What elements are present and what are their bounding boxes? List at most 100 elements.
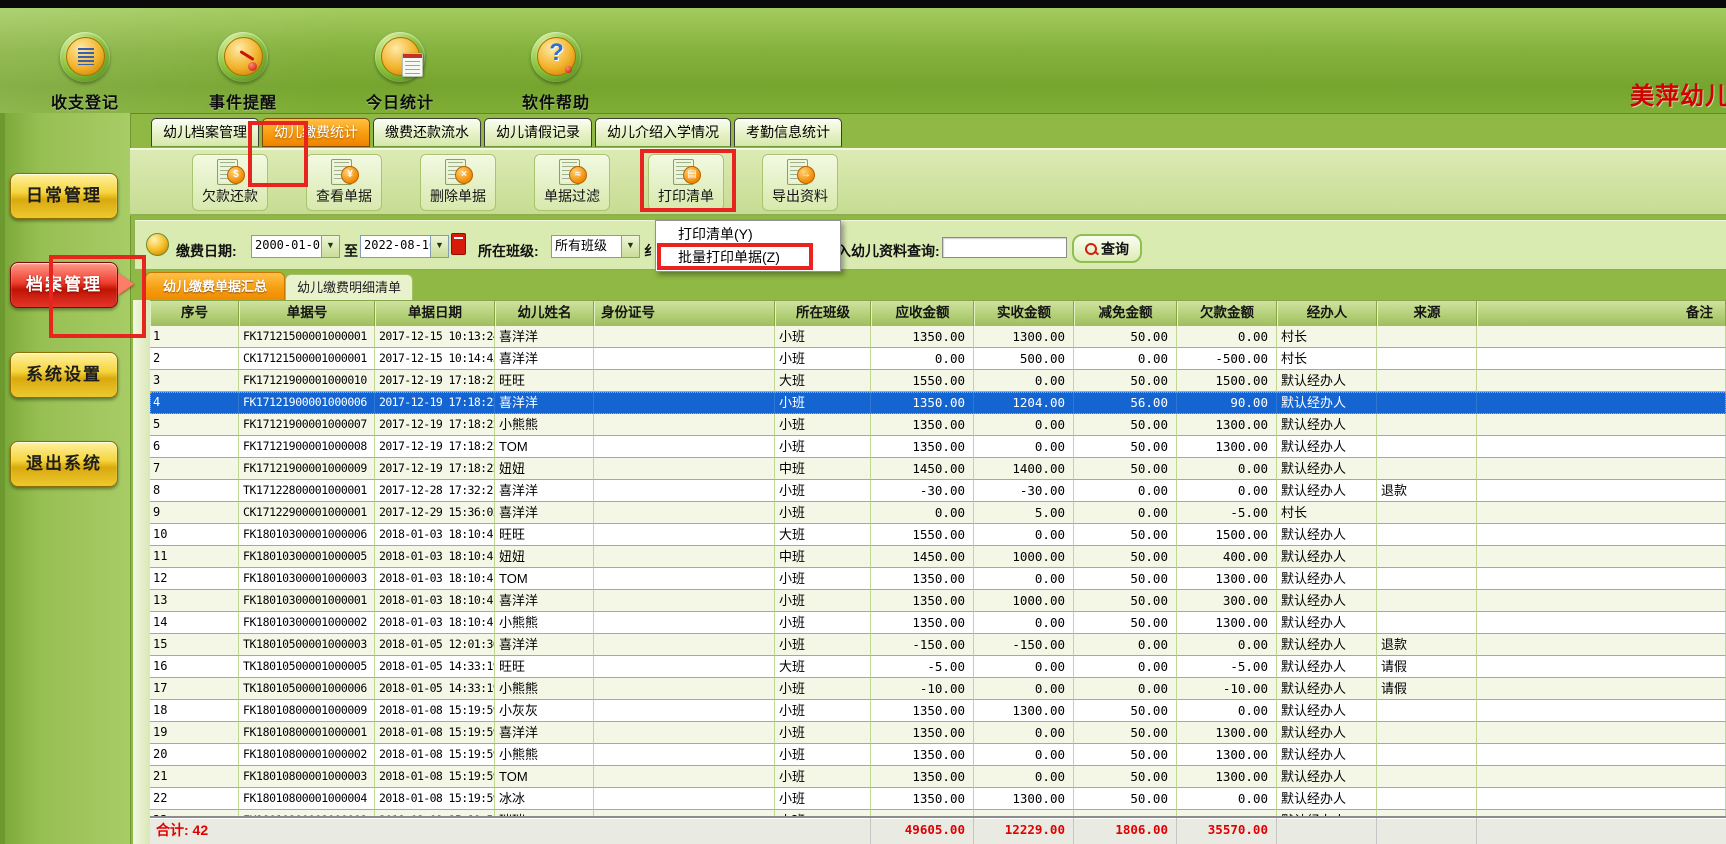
toolbar-button-repay-debt[interactable]: $ 欠款还款	[192, 154, 268, 211]
date-to-picker[interactable]: 2022-08-16 ▼	[360, 235, 449, 258]
column-header[interactable]: 应收金额	[871, 301, 974, 326]
tab-attendance-statistics[interactable]: 考勤信息统计	[734, 118, 842, 147]
date-from-picker[interactable]: 2000-01-01 ▼	[251, 235, 340, 258]
search-input[interactable]	[942, 237, 1067, 258]
filter-badge-icon: ≈	[569, 166, 587, 184]
table-row[interactable]: 15TK180105000010000032018-01-05 12:01:36…	[150, 634, 1726, 656]
table-cell: 默认经办人	[1277, 546, 1377, 568]
tab-payment-statistics[interactable]: 幼儿缴费统计	[262, 118, 370, 147]
table-row[interactable]: 13FK180103000010000012018-01-03 18:10:41…	[150, 590, 1726, 612]
table-cell: 1350.00	[871, 568, 974, 590]
column-header[interactable]: 单据日期	[375, 301, 495, 326]
table-row[interactable]: 3FK171219000010000102017-12-19 17:18:22旺…	[150, 370, 1726, 392]
sidebar-item-system-settings[interactable]: 系统设置	[10, 352, 118, 398]
table-cell: 1450.00	[871, 546, 974, 568]
table-cell: 2018-01-08 15:19:59	[375, 700, 495, 722]
table-cell: 50.00	[1074, 370, 1177, 392]
chevron-down-icon[interactable]: ▼	[621, 236, 639, 257]
table-row[interactable]: 22FK180108000010000042018-01-08 15:19:59…	[150, 788, 1726, 810]
table-cell: 1350.00	[871, 326, 974, 348]
quick-button-help[interactable]: ? 软件帮助	[508, 32, 604, 113]
table-cell: 0.00	[1074, 634, 1177, 656]
table-cell: 小熊熊	[495, 612, 594, 634]
tab-leave-records[interactable]: 幼儿请假记录	[484, 118, 592, 147]
table-cell: 1300.00	[1177, 414, 1277, 436]
table-row[interactable]: 10FK180103000010000062018-01-03 18:10:41…	[150, 524, 1726, 546]
table-cell: TK18010500001000006	[239, 678, 375, 700]
tab-repayment-flow[interactable]: 缴费还款流水	[373, 118, 481, 147]
chevron-down-icon[interactable]: ▼	[321, 236, 339, 257]
table-row[interactable]: 14FK180103000010000022018-01-03 18:10:41…	[150, 612, 1726, 634]
column-header[interactable]: 来源	[1377, 301, 1477, 326]
tab-referral-enrollment[interactable]: 幼儿介绍入学情况	[595, 118, 731, 147]
class-select[interactable]: 所有班级 ▼	[551, 235, 640, 258]
toolbar-button-export-data[interactable]: → 导出资料	[762, 154, 838, 211]
table-cell	[1377, 524, 1477, 546]
table-cell: 1350.00	[871, 810, 974, 816]
table-row[interactable]: 18FK180108000010000092018-01-08 15:19:59…	[150, 700, 1726, 722]
column-header[interactable]: 减免金额	[1074, 301, 1177, 326]
table-row[interactable]: 4FK171219000010000062017-12-19 17:18:22喜…	[150, 392, 1726, 414]
quick-button-income-expense[interactable]: 收支登记	[37, 32, 133, 113]
chevron-down-icon[interactable]: ▼	[430, 236, 448, 257]
table-cell: 0.00	[1177, 458, 1277, 480]
table-row[interactable]: 17TK180105000010000062018-01-05 14:33:19…	[150, 678, 1726, 700]
subtab-receipt-summary[interactable]: 幼儿缴费单据汇总	[145, 272, 285, 302]
table-cell: 村长	[1277, 348, 1377, 370]
table-cell: -5.00	[1177, 502, 1277, 524]
table-cell: 妞妞	[495, 546, 594, 568]
table-cell: FK17121900001000010	[239, 370, 375, 392]
sidebar-item-exit-system[interactable]: 退出系统	[10, 441, 118, 487]
table-cell: 2017-12-19 17:18:22	[375, 436, 495, 458]
toolbar-button-print-list[interactable]: ▤ 打印清单	[648, 154, 724, 211]
table-row[interactable]: 11FK180103000010000052018-01-03 18:10:41…	[150, 546, 1726, 568]
quick-button-event-reminder[interactable]: 事件提醒	[195, 32, 291, 113]
red-bookmark-icon[interactable]	[451, 233, 466, 255]
quick-button-today-stats[interactable]: 今日统计	[352, 32, 448, 113]
table-row[interactable]: 23FK180109000010000012018-01-09 15:19:59…	[150, 810, 1726, 816]
table-cell: FK17121900001000008	[239, 436, 375, 458]
column-header[interactable]: 幼儿姓名	[495, 301, 594, 326]
table-cell: 小班	[775, 568, 871, 590]
column-header[interactable]: 单据号	[239, 301, 375, 326]
table-row[interactable]: 21FK180108000010000032018-01-08 15:19:59…	[150, 766, 1726, 788]
column-header[interactable]: 所在班级	[775, 301, 871, 326]
menu-item-batch-print-receipts[interactable]: 批量打印单据(Z)	[656, 246, 840, 269]
column-header[interactable]: 身份证号	[594, 301, 775, 326]
table-cell: 1350.00	[871, 590, 974, 612]
toolbar-button-filter-receipt[interactable]: ≈ 单据过滤	[534, 154, 610, 211]
table-row[interactable]: 20FK180108000010000022018-01-08 15:19:59…	[150, 744, 1726, 766]
table-row[interactable]: 16TK180105000010000052018-01-05 14:33:19…	[150, 656, 1726, 678]
table-cell: 0.00	[974, 678, 1074, 700]
column-header[interactable]: 欠款金额	[1177, 301, 1277, 326]
table-row[interactable]: 9CK171229000010000012017-12-29 15:36:02喜…	[150, 502, 1726, 524]
query-button[interactable]: 查询	[1072, 234, 1142, 263]
menu-item-print-list[interactable]: 打印清单(Y)	[656, 223, 840, 246]
tab-child-archives[interactable]: 幼儿档案管理	[151, 118, 259, 147]
toolbar-button-delete-receipt[interactable]: × 删除单据	[420, 154, 496, 211]
table-row[interactable]: 1FK171215000010000012017-12-15 10:13:24喜…	[150, 326, 1726, 348]
subtab-receipt-detail[interactable]: 幼儿缴费明细清单	[285, 274, 413, 302]
table-cell: 1	[150, 326, 239, 348]
table-cell: 1000.00	[974, 546, 1074, 568]
table-row[interactable]: 5FK171219000010000072017-12-19 17:18:22小…	[150, 414, 1726, 436]
table-cell: 18	[150, 700, 239, 722]
table-row[interactable]: 7FK171219000010000092017-12-19 17:18:22妞…	[150, 458, 1726, 480]
table-cell: 500.00	[974, 348, 1074, 370]
table-cell	[1377, 810, 1477, 816]
column-header[interactable]: 序号	[150, 301, 239, 326]
column-header[interactable]: 经办人	[1277, 301, 1377, 326]
sidebar-item-daily-management[interactable]: 日常管理	[10, 173, 118, 219]
column-header[interactable]: 实收金额	[974, 301, 1074, 326]
sidebar-item-archives-management[interactable]: 档案管理	[10, 262, 118, 308]
table-row[interactable]: 8TK171228000010000012017-12-28 17:32:21喜…	[150, 480, 1726, 502]
toolbar-button-view-receipt[interactable]: ¥ 查看单据	[306, 154, 382, 211]
column-header[interactable]: 备注	[1477, 301, 1726, 326]
table-row[interactable]: 19FK180108000010000012018-01-08 15:19:59…	[150, 722, 1726, 744]
table-cell	[594, 326, 775, 348]
table-cell: 1500.00	[1177, 524, 1277, 546]
table-row[interactable]: 12FK180103000010000032018-01-03 18:10:41…	[150, 568, 1726, 590]
table-row[interactable]: 6FK171219000010000082017-12-19 17:18:22T…	[150, 436, 1726, 458]
table-cell: 50.00	[1074, 744, 1177, 766]
table-row[interactable]: 2CK171215000010000012017-12-15 10:14:43喜…	[150, 348, 1726, 370]
